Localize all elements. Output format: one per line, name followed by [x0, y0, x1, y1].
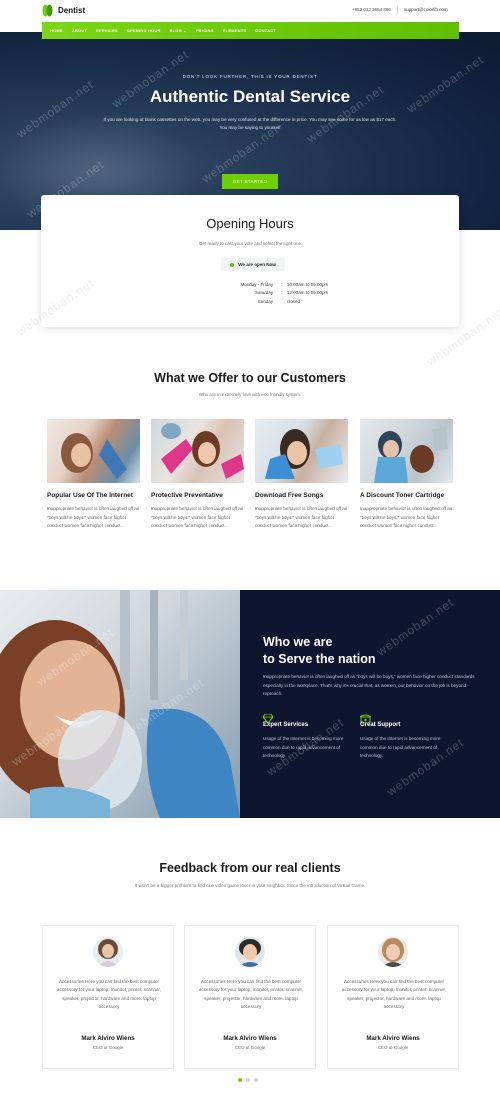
testimonial-name: Mark Alviro Wiens — [366, 1035, 420, 1042]
nav-pricing[interactable]: PRICING — [196, 28, 214, 33]
carousel-dots — [238, 1078, 258, 1082]
hours-row: Saturday : 12:00am to 05:00pm — [181, 289, 341, 298]
open-status-badge: We are open Now — [221, 258, 285, 271]
hours-row: Monday - Friday : 10:00am to 05:00pm — [181, 280, 341, 289]
offer-text: Inappropriate behavior is often laughed … — [47, 506, 140, 528]
hero-title: Authentic Dental Service — [149, 87, 351, 106]
feature-expert-services: Expert Services Usage of the Internet is… — [262, 710, 358, 761]
nav-about[interactable]: ABOUT — [72, 28, 87, 33]
status-dot-icon — [230, 262, 235, 267]
hours-separator: : — [281, 298, 283, 304]
testimonial-text: Accessories Here you can find the best c… — [198, 979, 304, 1009]
logo[interactable]: Dentist — [42, 4, 85, 17]
avatar — [93, 937, 123, 967]
offer-section-title: What we Offer to our Customers — [154, 371, 346, 385]
open-status-text: We are open Now — [238, 262, 276, 267]
title-line: Who we are — [263, 635, 333, 649]
who-we-are-description: Inappropriate behavior is often laughed … — [263, 674, 475, 696]
offer-text: Inappropriate behavior is often laughed … — [151, 506, 244, 528]
testimonial-card: Accessories Here you can find the best c… — [184, 925, 316, 1069]
who-we-are-title: Who we are to Serve the nation — [263, 634, 376, 668]
who-we-are-panel: webmoban.net webmoban.net webmoban.net W… — [240, 590, 500, 818]
hours-day: Monday - Friday — [240, 281, 273, 287]
hours-separator: : — [281, 281, 283, 287]
tooth-leaf-icon — [42, 4, 53, 17]
hours-time: 10:00am to 05:00pm — [287, 281, 329, 287]
offer-image — [360, 419, 453, 483]
feedback-section-title: Feedback from our real clients — [159, 861, 341, 875]
email-address[interactable]: support@colorlib.com — [404, 7, 448, 12]
testimonial-text: Accessories Here you can find the best c… — [341, 979, 447, 1009]
hero-description: If you are looking at blank cassettes on… — [103, 117, 397, 130]
offer-card[interactable]: A Discount Toner Cartridge Inappropriate… — [360, 419, 453, 531]
nav-services[interactable]: SERVICES — [96, 28, 118, 33]
offer-image — [151, 419, 244, 483]
hours-time: 12:00am to 05:00pm — [287, 290, 329, 296]
opening-hours-title: Opening Hours — [206, 216, 294, 231]
offer-card[interactable]: Protective Preventative Inappropriate be… — [151, 419, 244, 531]
offer-text: Inappropriate behavior is often laughed … — [255, 506, 348, 528]
chevron-down-icon: ⌄ — [183, 28, 187, 33]
hours-day: Sunday — [257, 298, 273, 304]
feature-title: Expert Services — [263, 722, 309, 728]
hours-table: Monday - Friday : 10:00am to 05:00pm Sat… — [181, 280, 341, 306]
carousel-dot[interactable] — [246, 1078, 250, 1082]
offer-card[interactable]: Popular Use Of The Internet Inappropriat… — [47, 419, 140, 531]
offer-image — [255, 419, 348, 483]
testimonial-text: Accessories Here you can find the best c… — [56, 979, 162, 1009]
feature-text: Usage of the Internet is becoming more c… — [360, 736, 441, 758]
testimonial-role: CEO at Google — [377, 1045, 409, 1050]
nav-blog[interactable]: BLOG ⌄ — [170, 28, 187, 33]
hours-day: Saturday — [254, 290, 273, 296]
nav-contact[interactable]: CONTACT — [255, 28, 276, 33]
feature-great-support: Great Support Usage of the Internet is b… — [359, 710, 455, 761]
divider — [397, 6, 398, 14]
carousel-dot[interactable] — [238, 1078, 242, 1082]
watermark: webmoban.net — [374, 595, 457, 659]
main-nav: HOME ABOUT SERVICES OPENING HOUR BLOG ⌄ … — [42, 22, 459, 39]
feature-title: Great Support — [360, 722, 401, 728]
feedback-section-subtitle: It won't be a bigger problem to find one… — [134, 883, 366, 888]
get-started-button[interactable]: GET STARTED — [222, 174, 278, 189]
offer-section-subtitle: Who are in extremely love with eco frien… — [198, 392, 302, 397]
testimonial-role: CEO at Google — [92, 1045, 124, 1050]
diamond-icon — [262, 710, 358, 724]
carousel-dot[interactable] — [254, 1078, 258, 1082]
hours-separator: : — [281, 290, 283, 296]
avatar — [378, 937, 408, 967]
testimonial-role: CEO at Google — [234, 1045, 266, 1050]
opening-hours-card: Opening Hours Get ready to cast your vot… — [41, 195, 459, 327]
who-we-are-image: webmoban.net webmoban.net webmoban.net — [0, 590, 240, 818]
offer-title: A Discount Toner Cartridge — [360, 492, 445, 499]
phone-number[interactable]: +953 012 3654 896 — [352, 7, 391, 12]
nav-elements[interactable]: ELEMENTS — [223, 28, 246, 33]
brand-name: Dentist — [58, 6, 86, 15]
nav-opening-hour[interactable]: OPENING HOUR — [127, 28, 161, 33]
avatar — [235, 937, 265, 967]
nav-home[interactable]: HOME — [50, 28, 63, 33]
opening-hours-subtitle: Get ready to cast your vote and select t… — [198, 241, 302, 246]
testimonial-card: Accessories Here you can find the best c… — [42, 925, 174, 1069]
offer-card[interactable]: Download Free Songs Inappropriate behavi… — [255, 419, 348, 531]
phone-icon — [359, 710, 455, 724]
offer-title: Protective Preventative — [151, 492, 223, 499]
feature-text: Usage of the Internet is becoming more c… — [263, 736, 344, 758]
testimonial-card: Accessories Here you can find the best c… — [327, 925, 459, 1069]
offer-text: Inappropriate behavior is often laughed … — [360, 506, 453, 528]
hours-time: closed — [287, 298, 301, 304]
hero-eyebrow: DON'T LOOK FURTHER, THIS IS YOUR DENTIST — [182, 74, 318, 79]
offer-title: Download Free Songs — [255, 492, 324, 499]
testimonial-name: Mark Alviro Wiens — [81, 1035, 135, 1042]
offer-title: Popular Use Of The Internet — [47, 492, 133, 499]
testimonial-name: Mark Alviro Wiens — [223, 1035, 277, 1042]
nav-blog-label: BLOG — [169, 28, 182, 33]
top-bar: Dentist +953 012 3654 896 support@colorl… — [0, 0, 500, 22]
offer-image — [47, 419, 140, 483]
hours-row: Sunday : closed — [181, 297, 341, 306]
title-line: to Serve the nation — [263, 652, 376, 666]
